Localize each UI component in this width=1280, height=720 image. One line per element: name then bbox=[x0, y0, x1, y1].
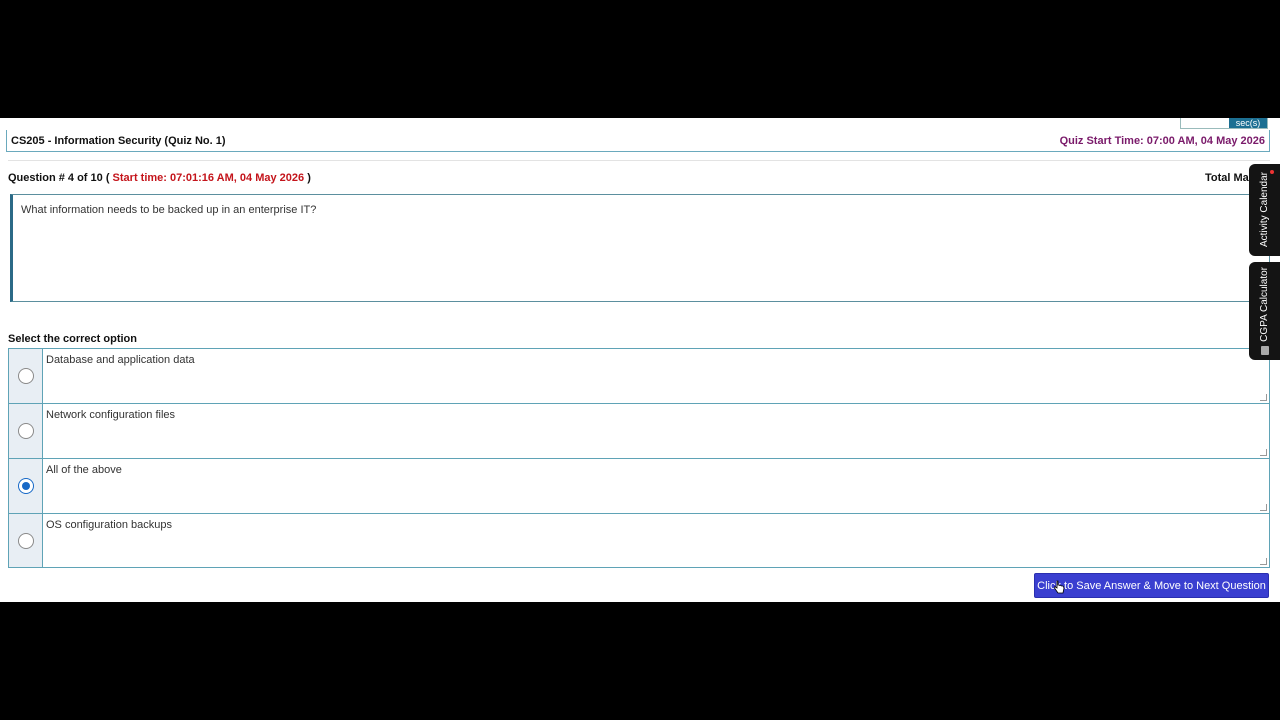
quiz-start-time: Quiz Start Time: 07:00 AM, 04 May 2026 bbox=[1059, 134, 1265, 147]
resize-handle-icon[interactable] bbox=[1260, 394, 1267, 401]
select-option-label: Select the correct option bbox=[8, 333, 137, 345]
option-radio-2[interactable] bbox=[17, 423, 34, 439]
option-row[interactable]: Network configuration files bbox=[8, 403, 1270, 458]
option-label: All of the above bbox=[46, 464, 122, 476]
option-label: Database and application data bbox=[46, 354, 195, 366]
question-header: Question # 4 of 10 ( Start time: 07:01:1… bbox=[8, 172, 1280, 188]
option-radio-cell[interactable] bbox=[9, 459, 43, 513]
option-radio-cell[interactable] bbox=[9, 349, 43, 403]
option-label: OS configuration backups bbox=[46, 519, 172, 531]
notification-dot-icon bbox=[1270, 170, 1274, 174]
resize-handle-icon[interactable] bbox=[1260, 449, 1267, 456]
cgpa-calculator-label: CGPA Calculator bbox=[1259, 267, 1270, 342]
question-number: Question # 4 of 10 bbox=[8, 172, 103, 184]
option-radio-3[interactable] bbox=[17, 478, 34, 494]
question-start-time: Start time: 07:01:16 AM, 04 May 2026 bbox=[112, 172, 305, 184]
option-row[interactable]: All of the above bbox=[8, 458, 1270, 513]
activity-calendar-label: Activity Calendar bbox=[1259, 172, 1270, 248]
option-text-1[interactable]: Database and application data bbox=[43, 349, 1269, 403]
cgpa-calculator-tab[interactable]: CGPA Calculator bbox=[1249, 262, 1280, 360]
calculator-icon bbox=[1260, 345, 1269, 355]
quiz-header: CS205 - Information Security (Quiz No. 1… bbox=[6, 130, 1270, 152]
question-text: What information needs to be backed up i… bbox=[10, 194, 1270, 302]
close-paren: ) bbox=[307, 172, 311, 184]
save-next-button[interactable]: Click to Save Answer & Move to Next Ques… bbox=[1034, 573, 1269, 598]
divider bbox=[8, 160, 1270, 161]
option-row[interactable]: Database and application data bbox=[8, 348, 1270, 403]
mouse-pointer-icon bbox=[1054, 580, 1065, 594]
option-text-4[interactable]: OS configuration backups bbox=[43, 514, 1269, 567]
option-text-2[interactable]: Network configuration files bbox=[43, 404, 1269, 458]
resize-handle-icon[interactable] bbox=[1260, 504, 1267, 511]
option-radio-cell[interactable] bbox=[9, 514, 43, 567]
option-label: Network configuration files bbox=[46, 409, 176, 421]
option-radio-cell[interactable] bbox=[9, 404, 43, 458]
course-title: CS205 - Information Security (Quiz No. 1… bbox=[11, 134, 226, 147]
options-list: Database and application data Network co… bbox=[8, 348, 1270, 568]
quiz-page: sec(s) CS205 - Information Security (Qui… bbox=[0, 118, 1280, 602]
option-row[interactable]: OS configuration backups bbox=[8, 513, 1270, 568]
timer-unit-label: sec(s) bbox=[1229, 118, 1267, 128]
resize-handle-icon[interactable] bbox=[1260, 558, 1267, 565]
option-radio-4[interactable] bbox=[17, 532, 34, 549]
option-radio-1[interactable] bbox=[17, 368, 34, 384]
activity-calendar-tab[interactable]: Activity Calendar bbox=[1249, 164, 1280, 256]
option-text-3[interactable]: All of the above bbox=[43, 459, 1269, 513]
open-paren: ( bbox=[105, 172, 110, 184]
